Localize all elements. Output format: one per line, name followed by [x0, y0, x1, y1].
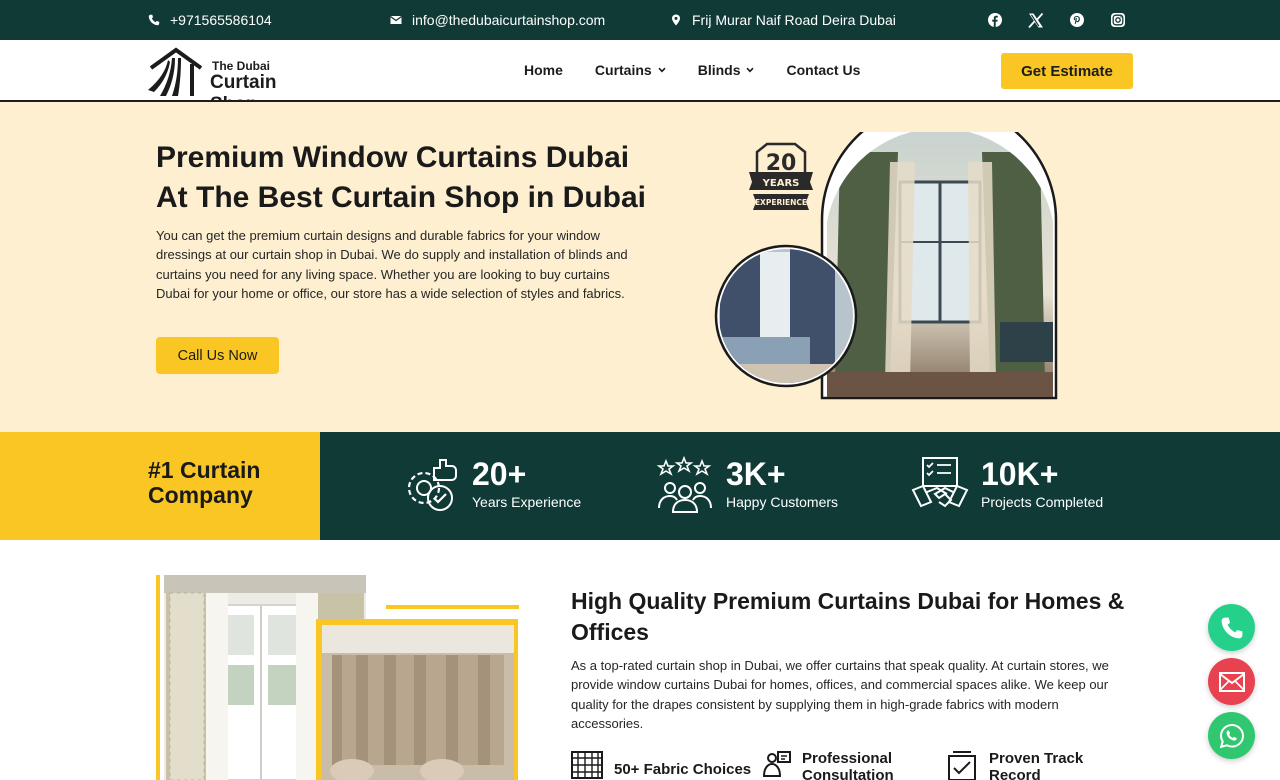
nav-curtains-label: Curtains: [594, 62, 652, 78]
social-links: [985, 10, 1128, 30]
section-text: As a top-rated curtain shop in Dubai, we…: [571, 658, 1109, 731]
stat-customers-label: Happy Customers: [726, 494, 839, 510]
chevron-down-icon: [658, 67, 666, 73]
section-image-gallery: [156, 575, 519, 780]
stat-happy-customers: 3K+ Happy Customers: [656, 456, 856, 516]
floating-email-button[interactable]: [1208, 658, 1255, 705]
topbar-email[interactable]: info@thedubaicurtainshop.com: [390, 12, 605, 28]
call-us-now-button[interactable]: Call Us Now: [156, 337, 279, 374]
instagram-icon[interactable]: [1108, 10, 1128, 30]
floating-whatsapp-button[interactable]: [1208, 712, 1255, 759]
stats-heading-panel: #1 Curtain Company: [0, 432, 320, 540]
nav-curtains[interactable]: Curtains: [595, 62, 666, 78]
location-pin-icon: [672, 14, 680, 26]
fabric-icon: [571, 751, 603, 779]
stats-band: #1 Curtain Company 20+ Years Experience …: [0, 432, 1280, 540]
main-nav: Home Curtains Blinds Contact Us: [524, 62, 860, 78]
top-contact-bar: +971565586104 info@thedubaicurtainshop.c…: [0, 0, 1280, 40]
stat-projects-completed: 10K+ Projects Completed: [911, 456, 1131, 516]
feature-fabric-label: 50+ Fabric Choices: [614, 761, 752, 778]
gear-thumbs-up-icon: [407, 459, 457, 511]
curtain-house-logo-icon: [148, 47, 203, 96]
stat-years-experience: 20+ Years Experience: [402, 456, 602, 516]
x-icon[interactable]: [1026, 10, 1046, 30]
stat-projects-label: Projects Completed: [981, 494, 1104, 510]
feature-fabric-choices: 50+ Fabric Choices: [570, 750, 751, 780]
hero-section: Premium Window Curtains Dubai At The Bes…: [0, 102, 1280, 432]
nav-home-label: Home: [524, 62, 563, 78]
stat-years-label: Years Experience: [472, 494, 582, 510]
feature-track-record-label: Proven Track Record: [989, 750, 1084, 780]
phone-icon: [148, 14, 160, 26]
site-header: The Dubai Curtain Shop Home Curtains Bli…: [0, 40, 1280, 115]
feature-proven-track-record: Proven Track Record: [945, 750, 1099, 780]
nav-contact-us[interactable]: Contact Us: [786, 62, 860, 78]
topbar-email-text: info@thedubaicurtainshop.com: [412, 12, 606, 28]
topbar-address[interactable]: Frij Murar Naif Road Deira Dubai: [670, 12, 896, 28]
feature-consultation-label: Professional Consultation: [802, 750, 894, 780]
hero-text: You can get the premium curtain designs …: [156, 228, 628, 301]
nav-home[interactable]: Home: [524, 62, 563, 78]
track-record-icon: [948, 751, 976, 780]
chevron-down-icon: [746, 67, 755, 73]
nav-blinds[interactable]: Blinds: [698, 62, 755, 78]
nav-blinds-label: Blinds: [697, 62, 741, 78]
site-logo[interactable]: The Dubai Curtain Shop: [146, 44, 326, 115]
stat-years-number: 20+: [472, 456, 527, 492]
floating-phone-button[interactable]: [1208, 604, 1255, 651]
consultation-icon: [762, 751, 791, 777]
svg-text:YEARS: YEARS: [762, 178, 800, 189]
stat-customers-number: 3K+: [726, 456, 786, 492]
handshake-icon: [911, 457, 969, 508]
hero-image-collage: 20 YEARS EXPERIENCE: [714, 132, 1058, 400]
logo-text-small: The Dubai: [212, 59, 271, 73]
topbar-address-text: Frij Murar Naif Road Deira Dubai: [692, 12, 896, 28]
topbar-phone-text: +971565586104: [170, 12, 272, 28]
mail-icon: [390, 16, 402, 24]
customers-stars-icon: [656, 456, 712, 513]
topbar-phone[interactable]: +971565586104: [148, 12, 272, 28]
get-estimate-button[interactable]: Get Estimate: [1001, 53, 1133, 89]
feature-professional-consultation: Professional Consultation: [762, 750, 912, 780]
stat-projects-number: 10K+: [981, 456, 1059, 492]
whatsapp-icon: [1219, 723, 1244, 748]
section-title: High Quality Premium Curtains Dubai for …: [571, 588, 1125, 645]
stats-heading: #1 Curtain Company: [148, 457, 261, 508]
phone-icon: [1221, 617, 1242, 638]
20-years-experience-badge-icon: 20 YEARS EXPERIENCE: [749, 142, 813, 210]
nav-contact-us-label: Contact Us: [786, 62, 861, 78]
hero-title: Premium Window Curtains Dubai At The Bes…: [156, 141, 647, 214]
facebook-icon[interactable]: [985, 10, 1005, 30]
pinterest-icon[interactable]: [1067, 10, 1087, 30]
mail-icon: [1218, 671, 1245, 692]
svg-text:EXPERIENCE: EXPERIENCE: [755, 198, 807, 207]
